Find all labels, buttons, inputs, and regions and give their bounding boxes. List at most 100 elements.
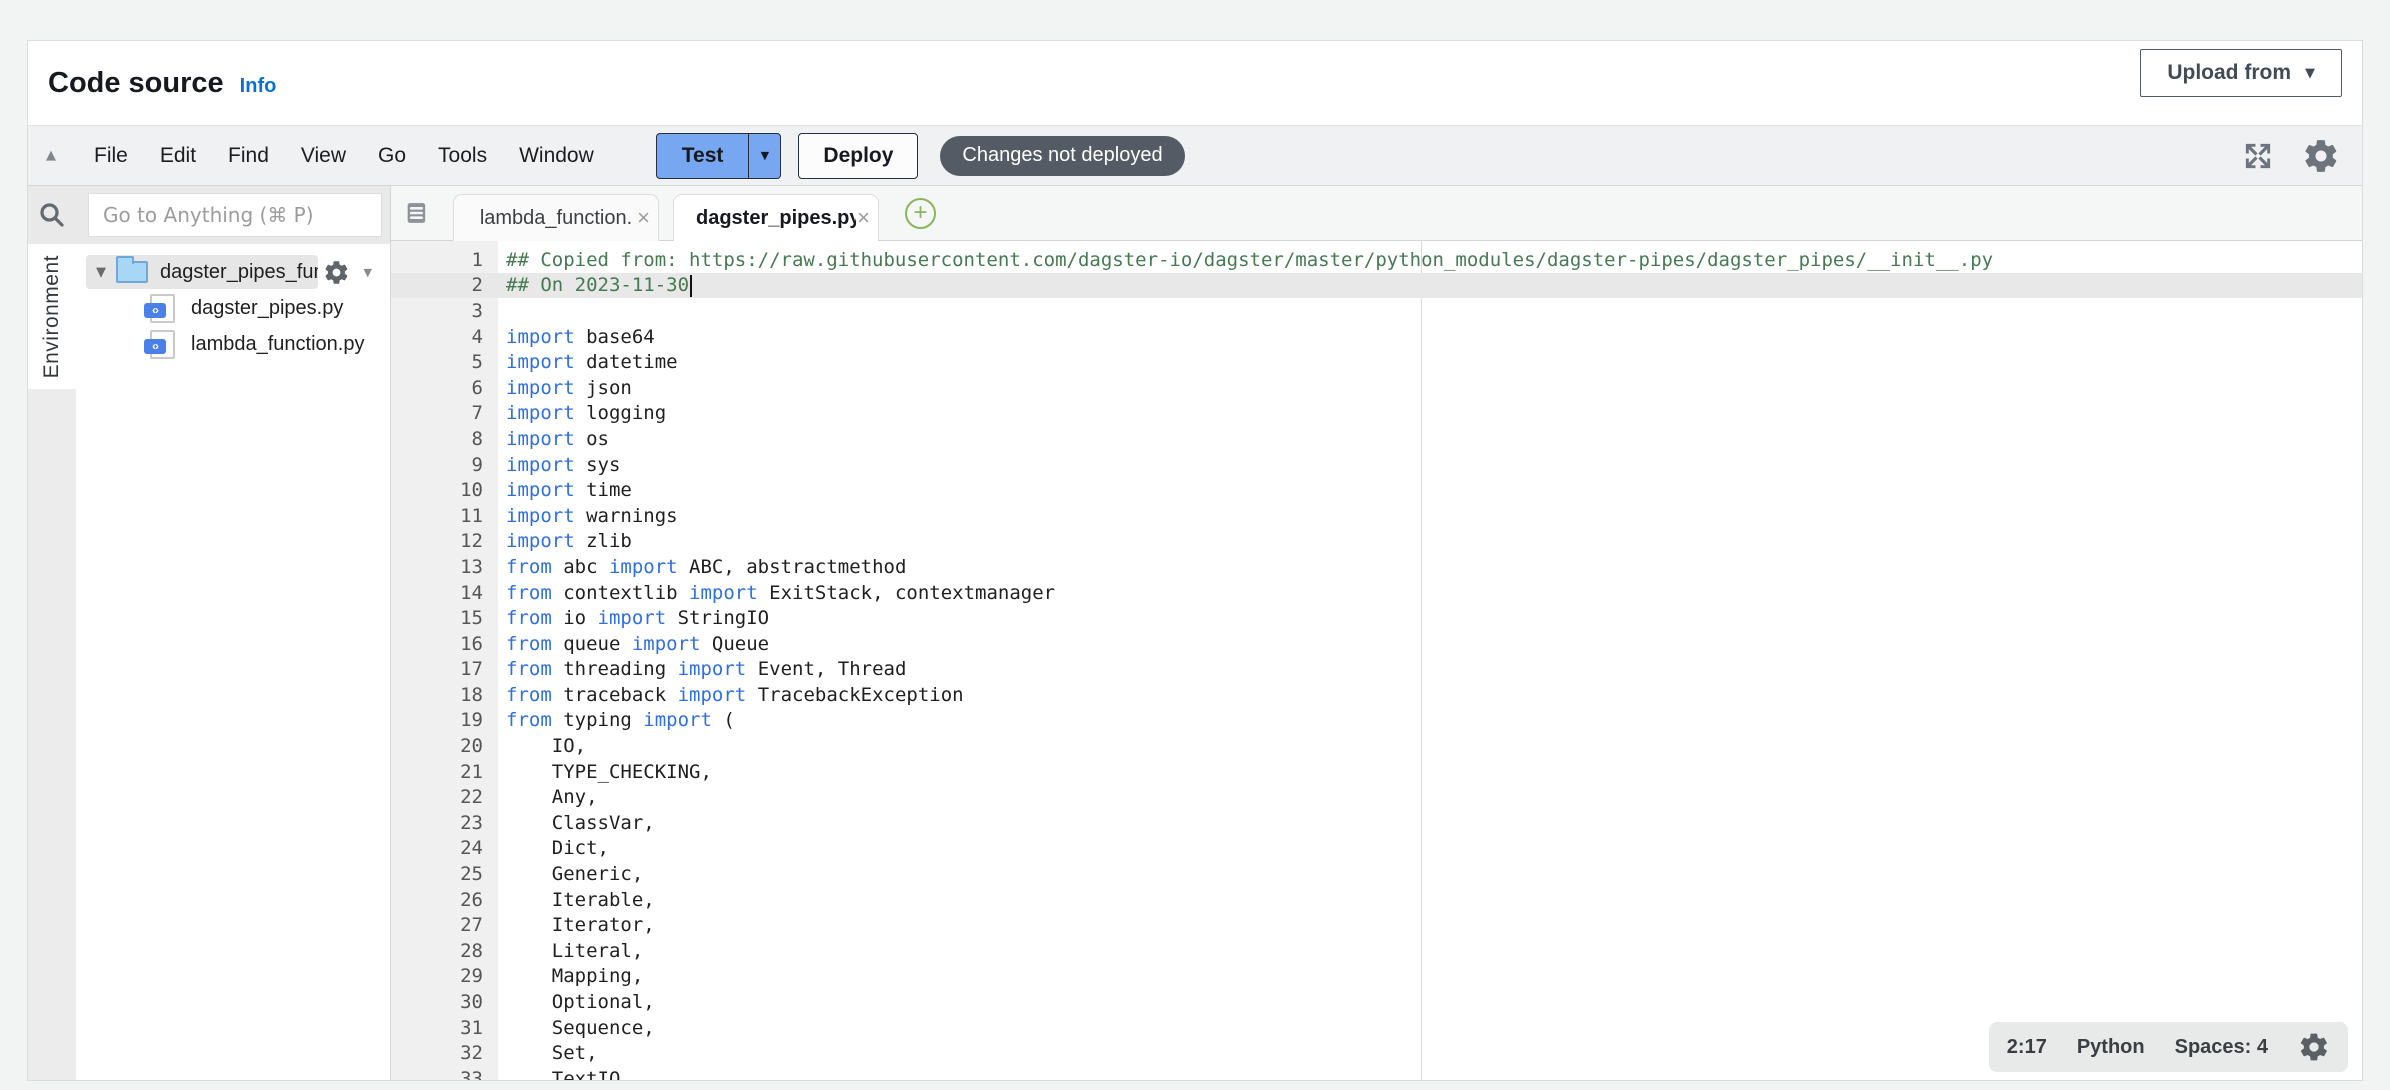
tree-folder-row[interactable]: ▼ dagster_pipes_funct ▼ [76,254,390,290]
line-number: 4 [391,326,498,348]
line-number: 23 [391,812,498,834]
search-icon[interactable] [37,200,67,230]
python-file-icon: ‹› [150,330,175,359]
code-line-12[interactable]: 12import zlib [391,529,2362,555]
code-line-2[interactable]: 2## On 2023-11-30 [391,273,2362,299]
collapse-up-icon[interactable]: ▲ [46,148,56,163]
code-line-6[interactable]: 6import json [391,375,2362,401]
code-text: from abc import ABC, abstractmethod [498,556,906,578]
code-line-24[interactable]: 24 Dict, [391,836,2362,862]
tab-close-icon[interactable]: × [637,205,650,231]
tree-settings-gear-icon[interactable] [323,259,350,286]
cursor-position[interactable]: 2:17 [2007,1036,2047,1059]
code-line-21[interactable]: 21 TYPE_CHECKING, [391,759,2362,785]
line-number: 17 [391,658,498,680]
environment-tab[interactable]: Environment [28,244,76,389]
editor-menubar: ▲ FileEditFindViewGoToolsWindow Test ▼ D… [28,125,2362,186]
line-number: 25 [391,863,498,885]
code-line-16[interactable]: 16from queue import Queue [391,631,2362,657]
tree-file-row[interactable]: ‹›dagster_pipes.py [76,290,390,326]
code-line-22[interactable]: 22 Any, [391,784,2362,810]
code-line-8[interactable]: 8import os [391,426,2362,452]
menu-item-view[interactable]: View [285,144,362,168]
tree-gear-dropdown-icon[interactable]: ▼ [364,266,372,279]
menu-item-tools[interactable]: Tools [422,144,503,168]
upload-from-button[interactable]: Upload from ▼ [2140,49,2342,97]
code-line-13[interactable]: 13from abc import ABC, abstractmethod [391,554,2362,580]
line-number: 10 [391,479,498,501]
upload-from-label: Upload from [2167,61,2291,85]
tab-list-icon[interactable] [403,199,431,227]
language-mode[interactable]: Python [2077,1036,2145,1059]
line-number: 24 [391,837,498,859]
search-icon-cell [28,186,76,244]
code-source-panel: Code source Info Upload from ▼ ▲ FileEdi… [27,40,2363,1081]
line-number: 8 [391,428,498,450]
menu-item-find[interactable]: Find [212,144,285,168]
code-line-20[interactable]: 20 IO, [391,733,2362,759]
goto-anything-input[interactable] [88,193,382,237]
code-line-19[interactable]: 19from typing import ( [391,708,2362,734]
folder-expand-caret-icon[interactable]: ▼ [96,265,106,280]
code-line-3[interactable]: 3 [391,298,2362,324]
code-text: from io import StringIO [498,607,769,629]
new-tab-button[interactable]: + [905,198,936,229]
test-dropdown-button[interactable]: ▼ [749,133,781,179]
code-line-27[interactable]: 27 Iterator, [391,912,2362,938]
code-line-25[interactable]: 25 Generic, [391,861,2362,887]
code-line-4[interactable]: 4import base64 [391,324,2362,350]
tab-close-icon[interactable]: × [857,205,870,231]
settings-gear-icon[interactable] [2302,137,2340,175]
code-line-17[interactable]: 17from threading import Event, Thread [391,657,2362,683]
code-text: Optional, [498,991,655,1013]
info-link[interactable]: Info [240,75,277,98]
menu-item-go[interactable]: Go [362,144,422,168]
line-number: 31 [391,1017,498,1039]
deploy-button[interactable]: Deploy [798,133,918,179]
code-line-14[interactable]: 14from contextlib import ExitStack, cont… [391,580,2362,606]
chevron-down-icon: ▼ [2305,66,2315,81]
environment-strip-rest [28,389,76,1080]
code-line-15[interactable]: 15from io import StringIO [391,605,2362,631]
code-line-5[interactable]: 5import datetime [391,349,2362,375]
line-number: 7 [391,402,498,424]
code-line-23[interactable]: 23 ClassVar, [391,810,2362,836]
menu-item-edit[interactable]: Edit [144,144,212,168]
workspace: Environment ▼ dagster_pipes_funct [28,186,2362,1080]
page-title: Code source [48,67,224,100]
line-number: 22 [391,786,498,808]
environment-tab-label: Environment [40,255,64,378]
line-number: 33 [391,1068,498,1080]
line-number: 16 [391,633,498,655]
goto-anything-row [76,186,390,244]
code-text: import logging [498,402,666,424]
code-line-1[interactable]: 1## Copied from: https://raw.githubuserc… [391,247,2362,273]
code-text: TYPE_CHECKING, [498,761,712,783]
fullscreen-icon[interactable] [2242,140,2274,172]
code-line-18[interactable]: 18from traceback import TracebackExcepti… [391,682,2362,708]
code-line-28[interactable]: 28 Literal, [391,938,2362,964]
code-line-10[interactable]: 10import time [391,477,2362,503]
line-number: 9 [391,454,498,476]
code-line-29[interactable]: 29 Mapping, [391,964,2362,990]
tab-label: dagster_pipes.py [696,207,856,230]
editor-tab-dagster_pipes.py[interactable]: dagster_pipes.py× [673,194,879,241]
spaces-setting[interactable]: Spaces: 4 [2175,1036,2268,1059]
code-line-30[interactable]: 30 Optional, [391,989,2362,1015]
editor-tab-lambda_function[interactable]: lambda_function.× [453,194,659,241]
menu-item-window[interactable]: Window [503,144,610,168]
tree-files: ‹›dagster_pipes.py ‹› lambda_function.py [76,290,390,362]
file-name: lambda_function.py [191,333,364,356]
code-line-7[interactable]: 7import logging [391,401,2362,427]
code-line-26[interactable]: 26 Iterable, [391,887,2362,913]
code-text: Set, [498,1042,598,1064]
code-line-9[interactable]: 9import sys [391,452,2362,478]
tree-file-row[interactable]: ‹› lambda_function.py [76,326,390,362]
code-editor[interactable]: 1## Copied from: https://raw.githubuserc… [391,241,2362,1080]
test-button[interactable]: Test [656,133,750,179]
statusbar-gear-icon[interactable] [2298,1031,2330,1063]
code-line-11[interactable]: 11import warnings [391,503,2362,529]
code-text: import zlib [498,530,632,552]
menu-item-file[interactable]: File [78,144,144,168]
line-number: 11 [391,505,498,527]
